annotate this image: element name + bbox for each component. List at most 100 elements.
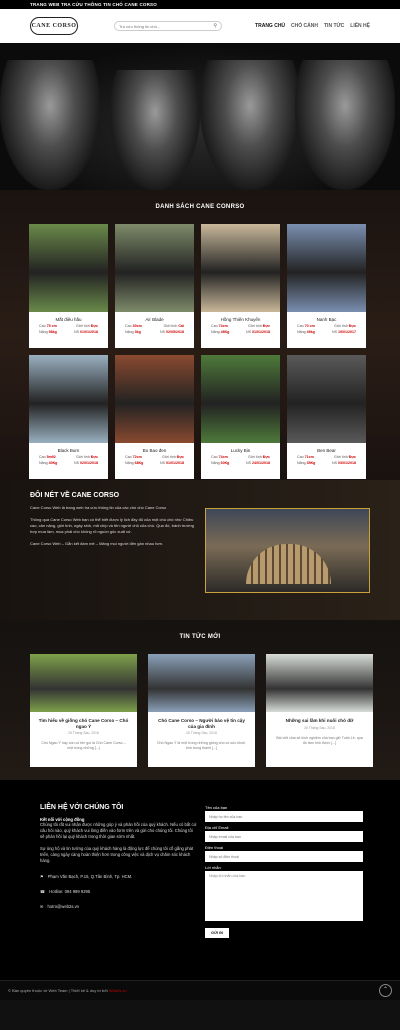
news-excerpt: Bài viết chia sẻ kinh nghiệm của bạn giữ… xyxy=(276,735,363,745)
dog-card[interactable]: Mắt điêu hầu Cao 75 cm Giới tính Đực Nặng… xyxy=(29,224,108,348)
mail-icon: ✉ xyxy=(40,904,44,909)
nav-trang-chu[interactable]: TRANG CHỦ xyxy=(255,23,285,29)
dog-weight: 68Kg xyxy=(134,461,144,465)
location-icon: ⚑ xyxy=(40,874,44,879)
dog-photo[interactable] xyxy=(201,355,280,443)
news-card[interactable]: Tìm hiểu về giống chó Cane Corso – Chó n… xyxy=(30,654,137,767)
nav-lien-he[interactable]: LIÊN HỆ xyxy=(350,23,370,29)
search-input[interactable] xyxy=(119,23,214,29)
weight-label: Nặng xyxy=(125,330,134,334)
message-field[interactable]: Nhập lời nhắn của bạn xyxy=(205,871,363,921)
news-photo[interactable] xyxy=(148,654,255,712)
dog-name[interactable]: Ben Bear xyxy=(287,448,366,453)
arrow-up-icon[interactable]: ⌃ xyxy=(379,984,392,997)
dog-dob: 02/01/2018 xyxy=(80,461,98,465)
dog-gender: Cái xyxy=(178,324,184,328)
site-footer: © Bản quyền thuộc về Web Team | Thiết kế… xyxy=(0,980,400,1000)
dog-name[interactable]: Mắt điêu hầu xyxy=(29,317,108,322)
weight-label: Nặng xyxy=(39,461,48,465)
dog-card[interactable]: Lucky Bin Cao 74cm Giới tính Đực Nặng 60K… xyxy=(201,355,280,479)
main-nav: TRANG CHỦ CHÓ CẢNH TIN TỨC LIÊN HỆ xyxy=(255,23,370,29)
dog-card[interactable]: Air Blade Cao 30cm Giới tính Cái Nặng 3kg… xyxy=(115,224,194,348)
dog-name[interactable]: Bo Bao đen xyxy=(115,448,194,453)
height-label: Cao xyxy=(125,324,132,328)
phone-label: Điện thoại xyxy=(205,845,224,850)
dog-gender: Đực xyxy=(348,324,356,328)
dog-gender: Đực xyxy=(262,324,270,328)
news-photo[interactable] xyxy=(30,654,137,712)
site-logo[interactable]: CANE CORSO xyxy=(30,17,78,35)
dog-card[interactable]: Nanh Bạc Cao 70 cm Giới tính Đực Nặng 49k… xyxy=(287,224,366,348)
height-label: Cao xyxy=(211,455,218,459)
dog-dob: 24/01/2018 xyxy=(252,461,270,465)
dog-weight: 35Kg xyxy=(306,461,316,465)
dog-height: 30cm xyxy=(132,324,142,328)
news-title[interactable]: Chó Cane Corso – Người bảo vệ tin cậy củ… xyxy=(148,718,255,729)
dog-photo[interactable] xyxy=(29,355,108,443)
hero-banner xyxy=(0,43,400,190)
dog-weight: 3kg xyxy=(134,330,141,334)
email-field[interactable] xyxy=(205,831,363,842)
news-title[interactable]: Những sai lầm khi nuôi chó dữ xyxy=(266,718,373,724)
dog-name[interactable]: Black Burn xyxy=(29,448,108,453)
dog-row: Cao 70 cm Giới tính Đực xyxy=(287,324,366,328)
footer-brand-link[interactable]: Web2s.vn xyxy=(109,988,127,993)
weight-label: Nặng xyxy=(39,330,48,334)
email-text[interactable]: hotro@web2s.vn xyxy=(48,904,80,909)
dog-card[interactable]: Black Burn Cao 5m92 Giới tính Đực Nặng 40… xyxy=(29,355,108,479)
dog-weight: 40Kg xyxy=(48,461,58,465)
dog-photo[interactable] xyxy=(115,355,194,443)
dob-label: NS xyxy=(332,330,337,334)
dog-row: Nặng 68Kg NS 01/01/2018 xyxy=(115,461,194,465)
dog-card[interactable]: Ben Bear Cao 71cm Giới tính Đực Nặng 35Kg… xyxy=(287,355,366,479)
hero-dog-image xyxy=(200,60,300,190)
dog-card[interactable]: Bo Bao đen Cao 72cm Giới tính Đực Nặng 68… xyxy=(115,355,194,479)
search-box: ⚲ xyxy=(114,21,222,31)
dog-card[interactable]: Hồng Thiên Khuyển Cao 74cm Giới tính Đực … xyxy=(201,224,280,348)
dog-row: Nặng 48Kg NS 01/01/2018 xyxy=(201,330,280,334)
send-button[interactable]: GỬI ĐI xyxy=(205,928,229,938)
dog-gender: Đực xyxy=(90,324,98,328)
phone-field[interactable] xyxy=(205,851,363,862)
news-grid: Tìm hiểu về giống chó Cane Corso – Chó n… xyxy=(30,654,400,767)
dog-photo[interactable] xyxy=(287,355,366,443)
weight-label: Nặng xyxy=(211,461,220,465)
nav-cho-canh[interactable]: CHÓ CẢNH xyxy=(291,23,318,29)
dog-photo[interactable] xyxy=(201,224,280,312)
dog-photo[interactable] xyxy=(115,224,194,312)
height-label: Cao xyxy=(125,455,132,459)
contact-text: Sự ủng hộ và tin tưởng của quý khách hàn… xyxy=(40,846,194,863)
dog-name[interactable]: Lucky Bin xyxy=(201,448,280,453)
news-card[interactable]: Chó Cane Corso – Người bảo vệ tin cậy củ… xyxy=(148,654,255,767)
section-title: TIN TỨC MỚI xyxy=(179,634,221,640)
dog-weight: 48Kg xyxy=(220,330,230,334)
height-label: Cao xyxy=(211,324,218,328)
dog-dob: 01/01/2018 xyxy=(252,330,270,334)
dog-name[interactable]: Nanh Bạc xyxy=(287,317,366,322)
dog-row: Nặng 49kg NS 19/01/2017 xyxy=(287,330,366,334)
hero-dog-image xyxy=(0,60,100,190)
dog-photo[interactable] xyxy=(29,224,108,312)
top-bar: TRANG WEB TRA CỨU THÔNG TIN CHÓ CANE COR… xyxy=(0,0,400,9)
dog-dob: 03/01/2018 xyxy=(338,461,356,465)
news-card[interactable]: Những sai lầm khi nuôi chó dữ 26 Tháng S… xyxy=(266,654,373,767)
dog-photo[interactable] xyxy=(287,224,366,312)
news-date: 26 Tháng Sáu, 2018 xyxy=(186,731,217,735)
about-text: Cane Corso Web là trang web tra cứu thôn… xyxy=(30,505,167,510)
top-bar-text: TRANG WEB TRA CỨU THÔNG TIN CHÓ CANE COR… xyxy=(30,2,157,7)
dog-weight: 49kg xyxy=(306,330,315,334)
weight-label: Nặng xyxy=(297,330,306,334)
dog-height: 75 cm xyxy=(46,324,57,328)
dog-row: Cao 30cm Giới tính Cái xyxy=(115,324,194,328)
dog-list-section: DANH SÁCH CANE CONRSO Mắt điêu hầu Cao 7… xyxy=(0,190,400,505)
news-photo[interactable] xyxy=(266,654,373,712)
news-title[interactable]: Tìm hiểu về giống chó Cane Corso – Chó n… xyxy=(30,718,137,729)
dog-name[interactable]: Hồng Thiên Khuyển xyxy=(201,317,280,322)
dog-name[interactable]: Air Blade xyxy=(115,317,194,322)
search-icon[interactable]: ⚲ xyxy=(213,23,217,29)
nav-tin-tuc[interactable]: TIN TỨC xyxy=(324,23,344,29)
dog-gender: Đực xyxy=(262,455,270,459)
name-field[interactable] xyxy=(205,811,363,822)
dog-row: Cao 74cm Giới tính Đực xyxy=(201,324,280,328)
gender-label: Giới tính xyxy=(334,455,348,459)
